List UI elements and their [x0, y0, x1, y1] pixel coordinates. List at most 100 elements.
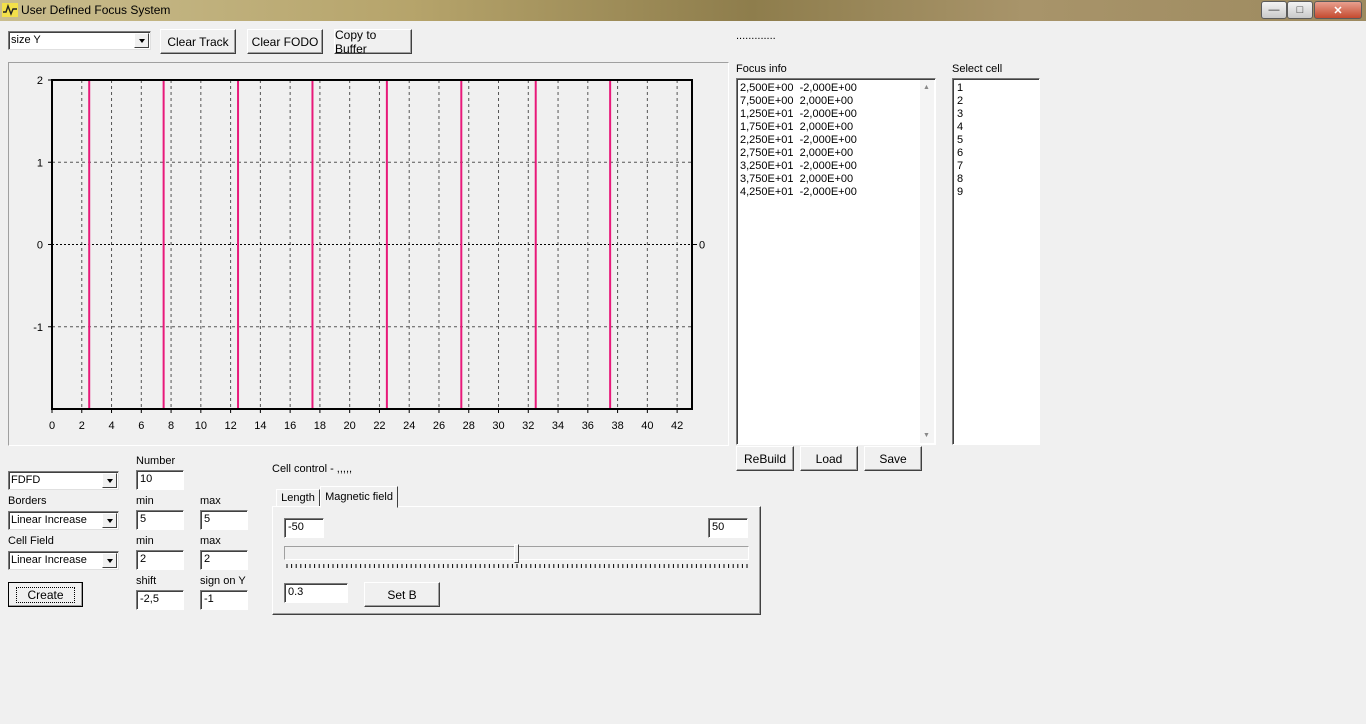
x-tick-label: 20	[344, 420, 356, 432]
focus-info-row[interactable]: 1,750E+01 2,000E+00	[740, 121, 857, 134]
chevron-down-icon[interactable]	[134, 33, 149, 48]
shift-input[interactable]: -2,5	[136, 590, 184, 610]
focus-info-row[interactable]: 3,250E+01 -2,000E+00	[740, 160, 857, 173]
create-button[interactable]: Create	[8, 582, 83, 607]
x-tick-label: 42	[671, 420, 683, 432]
x-tick-label: 16	[284, 420, 296, 432]
borders-label: Borders	[8, 495, 47, 507]
x-tick-label: 8	[168, 420, 174, 432]
y-tick-label: -1	[33, 322, 43, 334]
chart-panel: 0 2 4 6 8 10 12 14 16 18 20 22 24 26 28 30 32 34 36 38 40 42 2…	[8, 62, 729, 446]
x-tick-label: 4	[108, 420, 114, 432]
create-button-label: Create	[16, 586, 75, 603]
borders-value: Linear Increase	[11, 514, 87, 526]
x-tick-label: 34	[552, 420, 564, 432]
cell-field-select[interactable]: Linear Increase	[8, 551, 119, 570]
chevron-down-icon[interactable]	[102, 513, 117, 528]
number-input[interactable]: 10	[136, 470, 184, 490]
focus-info-row[interactable]: 2,500E+00 -2,000E+00	[740, 82, 857, 95]
select-cell-item[interactable]: 1	[957, 82, 963, 95]
select-cell-item[interactable]: 6	[957, 147, 963, 160]
cell-control-label: Cell control - ,,,,,	[272, 463, 353, 475]
focus-info-row[interactable]: 3,750E+01 2,000E+00	[740, 173, 857, 186]
x-tick-label: 32	[522, 420, 534, 432]
maximize-button[interactable]: □	[1287, 1, 1313, 19]
lattice-type-select[interactable]: FDFD	[8, 471, 119, 490]
copy-to-buffer-button[interactable]: Copy to Buffer	[334, 28, 412, 56]
rebuild-button[interactable]: ReBuild	[736, 446, 794, 471]
cell-field-max-label: max	[200, 535, 221, 547]
select-cell-label: Select cell	[952, 63, 1003, 75]
y-tick-label: 2	[37, 75, 43, 87]
borders-max-input[interactable]: 5	[200, 510, 248, 530]
select-cell-item[interactable]: 3	[957, 108, 963, 121]
borders-min-label: min	[136, 495, 154, 507]
clear-fodo-button[interactable]: Clear FODO	[247, 29, 323, 54]
load-button[interactable]: Load	[800, 446, 858, 471]
x-tick-label: 36	[582, 420, 594, 432]
clear-track-button[interactable]: Clear Track	[160, 29, 236, 54]
x-tick-label: 10	[195, 420, 207, 432]
slider-ticks	[286, 564, 748, 568]
focus-info-row[interactable]: 2,750E+01 2,000E+00	[740, 147, 857, 160]
magnetic-field-panel: -50 50 0.3 Set B	[272, 506, 761, 615]
select-cell-list[interactable]: 123456789	[952, 78, 1040, 445]
chevron-down-icon[interactable]	[102, 473, 117, 488]
close-button[interactable]: ✕	[1314, 1, 1362, 19]
save-button[interactable]: Save	[864, 446, 922, 471]
minimize-button[interactable]: —	[1261, 1, 1287, 19]
b-value-input[interactable]: 0.3	[284, 583, 348, 603]
lattice-type-value: FDFD	[11, 474, 41, 486]
focus-info-label: Focus info	[736, 63, 787, 75]
x-tick-label: 24	[403, 420, 415, 432]
chevron-down-icon[interactable]	[102, 553, 117, 568]
focus-info-list[interactable]: 2,500E+00 -2,000E+00 7,500E+00 2,000E+00 1…	[736, 78, 936, 445]
cell-field-min-label: min	[136, 535, 154, 547]
y-tick-label: 1	[37, 157, 43, 169]
tab-magnetic-field[interactable]: Magnetic field	[320, 486, 398, 508]
tab-length[interactable]: Length	[276, 489, 320, 507]
cell-field-max-input[interactable]: 2	[200, 550, 248, 570]
x-tick-label: 28	[463, 420, 475, 432]
focus-info-row[interactable]: 1,250E+01 -2,000E+00	[740, 108, 857, 121]
y-tick-label: 0	[37, 240, 43, 252]
scroll-down-icon[interactable]: ▼	[923, 432, 930, 439]
magnetic-field-slider-thumb[interactable]	[513, 544, 519, 563]
x-tick-label: 12	[224, 420, 236, 432]
title-bar: User Defined Focus System — □ ✕	[0, 0, 1366, 21]
number-label: Number	[136, 455, 176, 467]
focus-info-row[interactable]: 7,500E+00 2,000E+00	[740, 95, 857, 108]
x-tick-label: 2	[79, 420, 85, 432]
cell-field-label: Cell Field	[8, 535, 54, 547]
scroll-up-icon[interactable]: ▲	[923, 84, 930, 91]
sign-on-y-label: sign on Y	[200, 575, 246, 587]
sign-on-y-input[interactable]: -1	[200, 590, 248, 610]
select-cell-item[interactable]: 7	[957, 160, 963, 173]
x-tick-label: 40	[641, 420, 653, 432]
select-cell-item[interactable]: 9	[957, 186, 963, 199]
x-tick-label: 30	[492, 420, 504, 432]
focus-info-row[interactable]: 4,250E+01 -2,000E+00	[740, 186, 857, 199]
cell-field-min-input[interactable]: 2	[136, 550, 184, 570]
set-b-button[interactable]: Set B	[364, 582, 440, 607]
select-cell-item[interactable]: 8	[957, 173, 963, 186]
chart-ticks: 0 2 4 6 8 10 12 14 16 18 20 22 24 26 28 30 32 34 36 38 40 422…	[33, 75, 705, 432]
field-max-input[interactable]: 50	[708, 518, 748, 538]
chart-grid	[51, 80, 692, 409]
shift-label: shift	[136, 575, 157, 587]
plot-variable-select[interactable]: size Y	[8, 31, 151, 50]
plot-variable-value: size Y	[11, 34, 41, 46]
borders-min-input[interactable]: 5	[136, 510, 184, 530]
focus-info-scrollbar[interactable]: ▲ ▼	[920, 80, 934, 443]
borders-select[interactable]: Linear Increase	[8, 511, 119, 530]
status-dots: .............	[736, 30, 776, 42]
x-tick-label: 14	[254, 420, 266, 432]
field-min-input[interactable]: -50	[284, 518, 324, 538]
select-cell-item[interactable]: 5	[957, 134, 963, 147]
x-tick-label: 22	[373, 420, 385, 432]
select-cell-item[interactable]: 4	[957, 121, 963, 134]
select-cell-item[interactable]: 2	[957, 95, 963, 108]
focus-info-row[interactable]: 2,250E+01 -2,000E+00	[740, 134, 857, 147]
window-title: User Defined Focus System	[21, 3, 171, 17]
cell-field-value: Linear Increase	[11, 554, 87, 566]
